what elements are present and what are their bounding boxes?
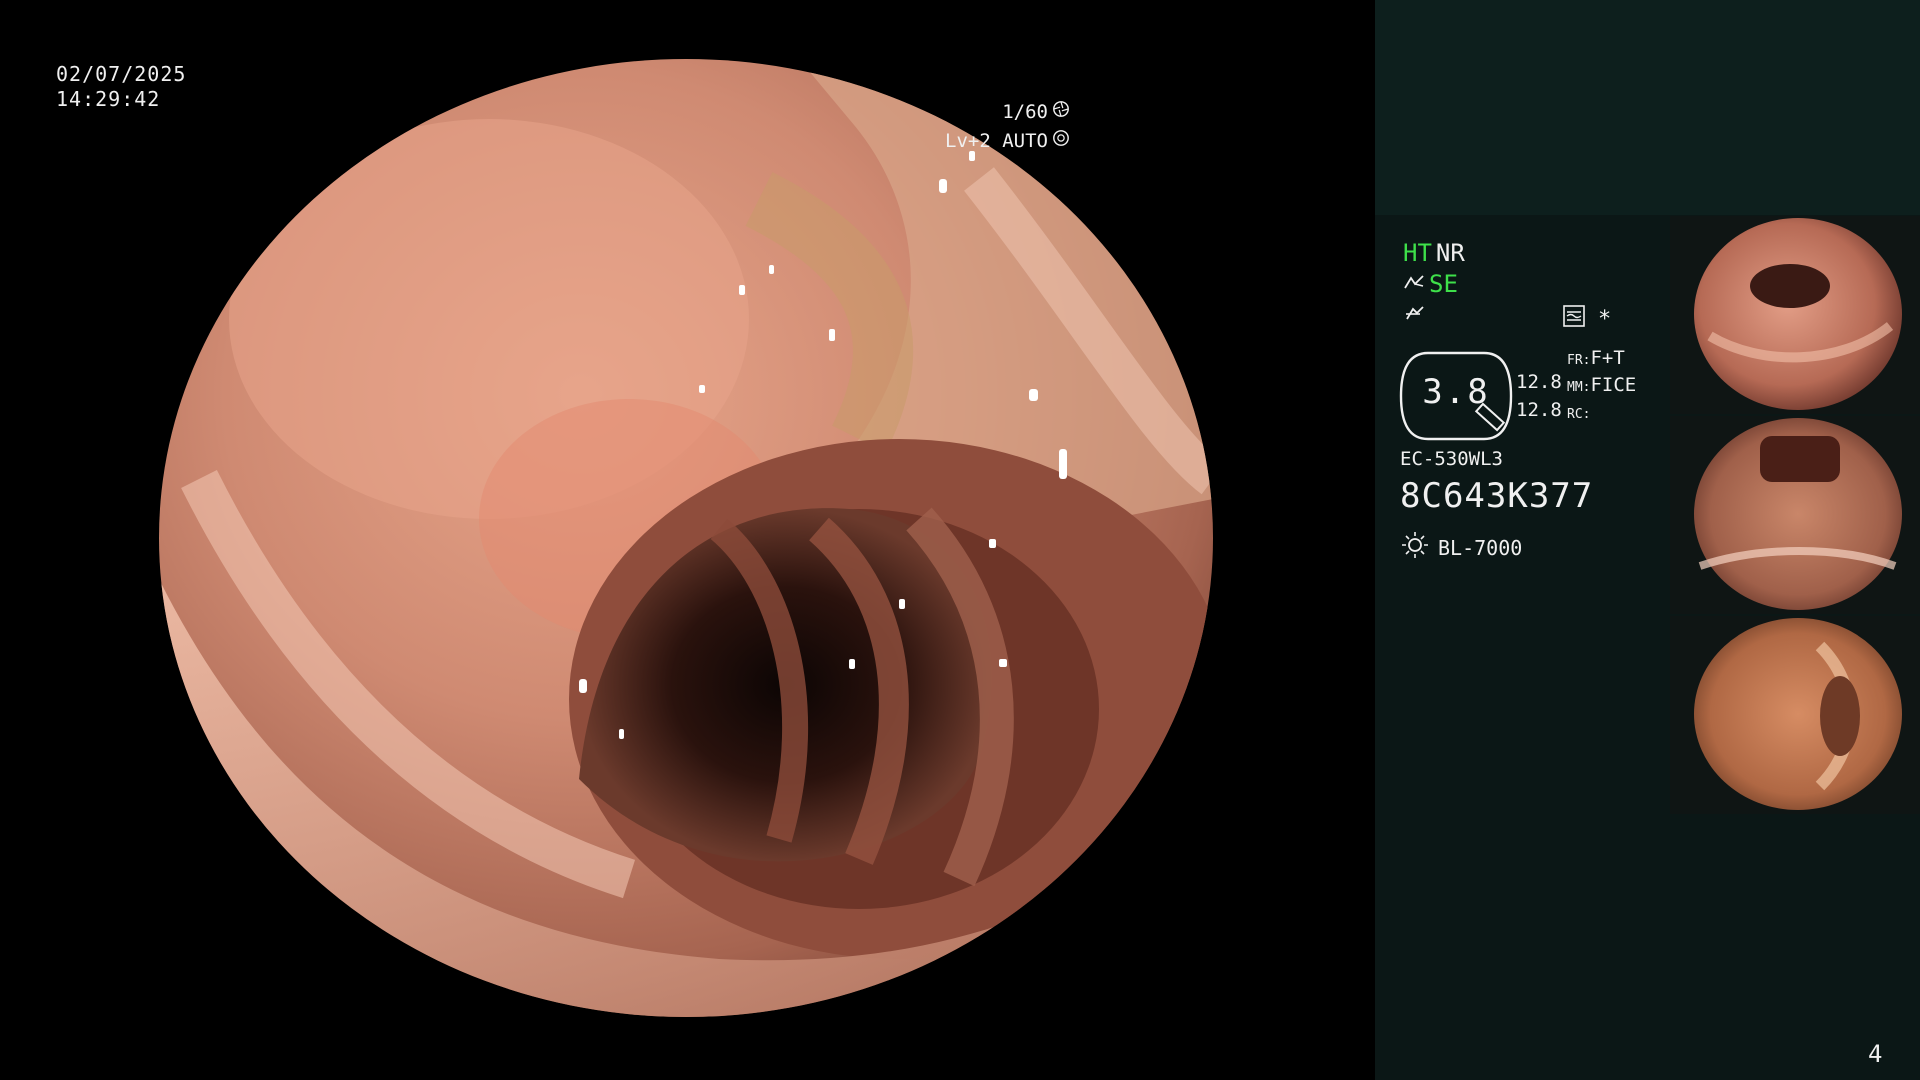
mode-ht: HT	[1403, 239, 1432, 267]
auto-iris-icon	[1052, 127, 1070, 156]
scope-serial: 8C643K377	[1400, 476, 1594, 516]
mm-key: MM:	[1567, 380, 1591, 395]
captured-thumbnail-1[interactable]	[1670, 216, 1920, 414]
status-icons: *	[1562, 304, 1611, 334]
depth-values: 12.8 12.8	[1516, 368, 1562, 424]
mode-se: SE	[1429, 270, 1458, 298]
light-bulb-icon	[1400, 530, 1430, 565]
exposure-info: 1/60 Lv+2 AUTO	[945, 98, 1070, 156]
rc-key: RC:	[1567, 407, 1591, 422]
captured-thumbnail-2[interactable]	[1670, 416, 1920, 614]
fr-key: FR:	[1567, 353, 1591, 368]
timestamp: 02/07/2025 14:29:42	[56, 62, 186, 112]
captured-thumbnail-3[interactable]	[1670, 616, 1920, 814]
star-indicator: *	[1598, 306, 1612, 332]
date-label: 02/07/2025	[56, 62, 187, 86]
scope-model: EC-530WL3	[1400, 448, 1503, 470]
shutter-label: 1/60	[1002, 101, 1048, 123]
water-jet-icon	[1403, 269, 1425, 300]
aperture-icon	[1052, 98, 1070, 127]
light-source-label: BL-7000	[1438, 535, 1523, 560]
fr-value: F+T	[1590, 347, 1625, 369]
flush-off-icon	[1403, 300, 1425, 331]
structure-enhance-icon	[1562, 304, 1586, 334]
mm-value: FICE	[1590, 374, 1637, 396]
processing-settings: FR:F+T MM:FICE RC:	[1567, 346, 1636, 427]
info-panel-header	[1375, 0, 1920, 215]
mode-indicators: HT NR SE	[1403, 238, 1465, 331]
value-bottom: 12.8	[1516, 399, 1562, 421]
light-source: BL-7000	[1400, 530, 1522, 565]
endoscope-live-view	[159, 59, 1213, 1017]
page-number: 4	[1868, 1040, 1883, 1068]
level-label: Lv+2 AUTO	[945, 130, 1048, 152]
value-top: 12.8	[1516, 371, 1562, 393]
gauge-value: 3.8	[1422, 372, 1490, 412]
mode-nr: NR	[1435, 239, 1465, 267]
time-label: 14:29:42	[56, 87, 161, 111]
